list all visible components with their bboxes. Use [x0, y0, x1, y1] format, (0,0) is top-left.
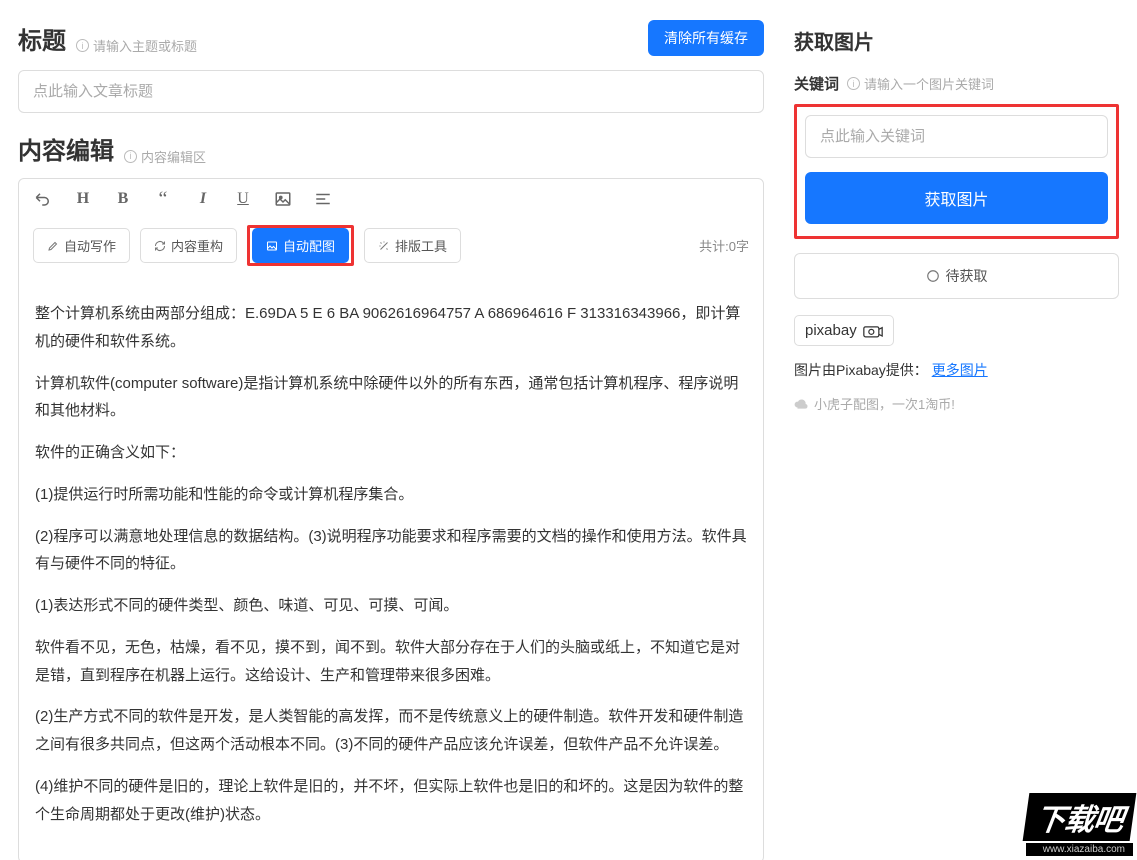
keyword-row: 关键词 i 请输入一个图片关键词: [794, 73, 1119, 94]
word-count: 共计:0字: [699, 236, 749, 255]
watermark-small: www.xiazaiba.com: [1026, 843, 1133, 856]
action-buttons: 自动写作 内容重构 自动配图 排版工具: [33, 225, 461, 266]
info-icon: i: [124, 150, 137, 163]
footer-hint: 小虎子配图，一次1淘币!: [794, 394, 1119, 413]
keyword-hint: i 请输入一个图片关键词: [847, 74, 994, 93]
highlight-auto-image: 自动配图: [247, 225, 354, 266]
title-group: 标题 i 请输入主题或标题: [18, 21, 197, 56]
status-text: 待获取: [946, 266, 988, 286]
content-header: 内容编辑 i 内容编辑区: [18, 131, 764, 166]
auto-image-label: 自动配图: [283, 236, 335, 255]
title-header: 标题 i 请输入主题或标题 清除所有缓存: [18, 20, 764, 56]
editor: H B “ I U 自动写作 内容重构: [18, 178, 764, 860]
keyword-input[interactable]: [805, 115, 1108, 158]
auto-write-label: 自动写作: [64, 236, 116, 255]
title-hint: i 请输入主题或标题: [76, 36, 197, 55]
layout-tool-label: 排版工具: [395, 236, 447, 255]
pixabay-text: pixabay: [805, 322, 857, 339]
more-images-link[interactable]: 更多图片: [932, 362, 988, 378]
main-panel: 标题 i 请输入主题或标题 清除所有缓存 内容编辑 i 内容编辑区 H B “ …: [0, 0, 782, 860]
quote-icon[interactable]: “: [153, 189, 173, 209]
camera-icon: [863, 324, 883, 338]
underline-icon[interactable]: U: [233, 189, 253, 209]
content-paragraph: (4)维护不同的硬件是旧的，理论上软件是旧的，并不坏，但实际上软件也是旧的和坏的…: [35, 773, 747, 829]
image-icon[interactable]: [273, 189, 293, 209]
article-title-input[interactable]: [18, 70, 764, 113]
content-paragraph: (2)程序可以满意地处理信息的数据结构。(3)说明程序功能要求和程序需要的文档的…: [35, 523, 747, 579]
provided-row: 图片由Pixabay提供： 更多图片: [794, 360, 1119, 380]
rebuild-button[interactable]: 内容重构: [140, 228, 237, 263]
sidebar: 获取图片 关键词 i 请输入一个图片关键词 获取图片 待获取 pixabay 图…: [782, 0, 1137, 860]
content-paragraph: (2)生产方式不同的软件是开发，是人类智能的高发挥，而不是传统意义上的硬件制造。…: [35, 703, 747, 759]
cloud-icon: [794, 397, 808, 411]
picture-icon: [266, 240, 278, 252]
provided-prefix: 图片由Pixabay提供：: [794, 362, 928, 378]
get-image-title: 获取图片: [794, 26, 1119, 55]
title-label: 标题: [18, 21, 66, 56]
get-image-button[interactable]: 获取图片: [805, 172, 1108, 224]
refresh-icon: [154, 240, 166, 252]
title-hint-text: 请输入主题或标题: [93, 36, 197, 55]
content-paragraph: 软件看不见，无色，枯燥，看不见，摸不到，闻不到。软件大部分存在于人们的头脑或纸上…: [35, 634, 747, 690]
status-button[interactable]: 待获取: [794, 253, 1119, 299]
watermark-big: 下载吧: [1023, 793, 1137, 841]
pixabay-badge: pixabay: [794, 315, 894, 346]
content-paragraph: 整个计算机系统由两部分组成：E.69DA 5 E 6 BA 9062616964…: [35, 300, 747, 356]
content-paragraph: (1)表达形式不同的硬件类型、颜色、味道、可见、可摸、可闻。: [35, 592, 747, 620]
content-label: 内容编辑: [18, 131, 114, 166]
content-paragraph: 计算机软件(computer software)是指计算机系统中除硬件以外的所有…: [35, 370, 747, 426]
auto-image-button[interactable]: 自动配图: [252, 228, 349, 263]
align-icon[interactable]: [313, 189, 333, 209]
undo-icon[interactable]: [33, 189, 53, 209]
watermark: 下载吧 www.xiazaiba.com: [1026, 793, 1133, 856]
italic-icon[interactable]: I: [193, 189, 213, 209]
wand-icon: [378, 240, 390, 252]
format-toolbar: H B “ I U: [19, 179, 763, 219]
content-hint-text: 内容编辑区: [141, 147, 206, 166]
content-hint: i 内容编辑区: [124, 147, 206, 166]
keyword-label: 关键词: [794, 73, 839, 94]
action-toolbar: 自动写作 内容重构 自动配图 排版工具 共计:0字: [19, 219, 763, 280]
circle-icon: [926, 269, 940, 283]
bold-icon[interactable]: B: [113, 189, 133, 209]
pencil-icon: [47, 240, 59, 252]
info-icon: i: [76, 39, 89, 52]
footer-hint-text: 小虎子配图，一次1淘币!: [814, 394, 955, 413]
heading-icon[interactable]: H: [73, 189, 93, 209]
info-icon: i: [847, 77, 860, 90]
content-paragraph: 软件的正确含义如下：: [35, 439, 747, 467]
content-area[interactable]: 整个计算机系统由两部分组成：E.69DA 5 E 6 BA 9062616964…: [19, 280, 763, 860]
content-paragraph: (1)提供运行时所需功能和性能的命令或计算机程序集合。: [35, 481, 747, 509]
highlight-keyword-box: 获取图片: [794, 104, 1119, 239]
clear-cache-button[interactable]: 清除所有缓存: [648, 20, 764, 56]
auto-write-button[interactable]: 自动写作: [33, 228, 130, 263]
layout-tool-button[interactable]: 排版工具: [364, 228, 461, 263]
rebuild-label: 内容重构: [171, 236, 223, 255]
keyword-hint-text: 请输入一个图片关键词: [864, 74, 994, 93]
